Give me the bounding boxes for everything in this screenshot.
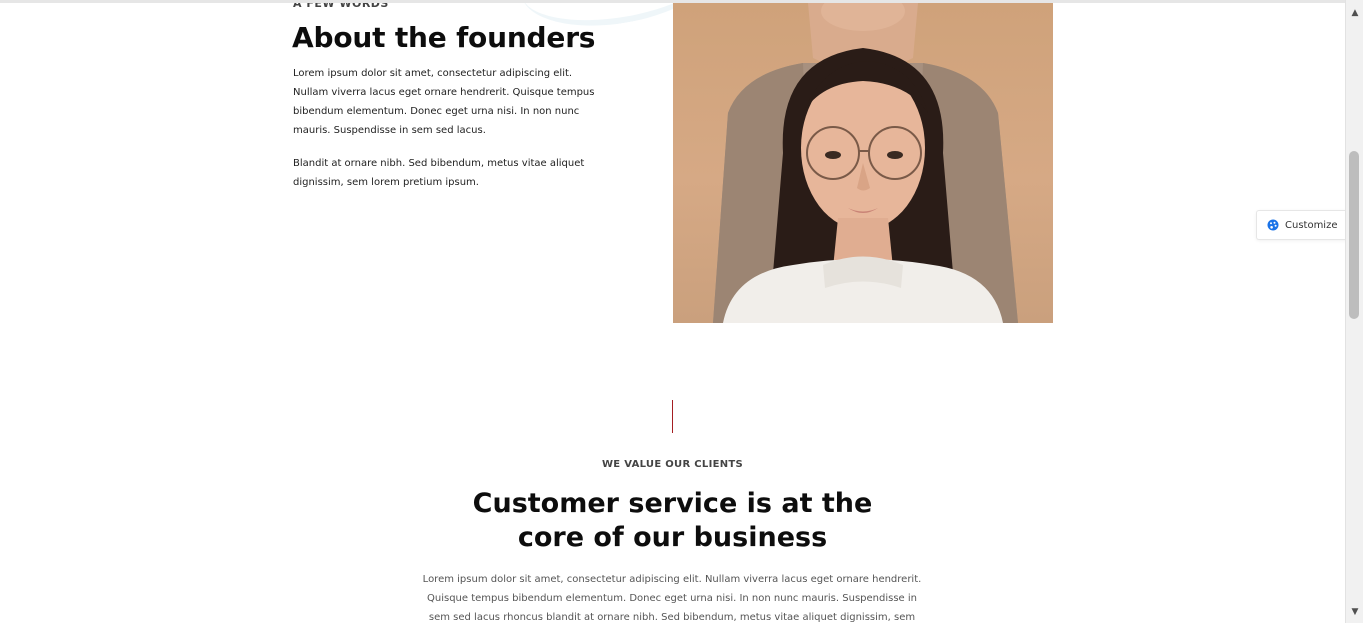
founders-eyebrow: A FEW WORDS: [293, 0, 389, 10]
founders-photo-illustration: [713, 3, 1018, 323]
section-divider-line: [672, 400, 673, 433]
scroll-down-arrow-icon[interactable]: ▼: [1346, 603, 1363, 621]
founders-paragraph-2: Blandit at ornare nibh. Sed bibendum, me…: [293, 158, 585, 188]
scrollbar-thumb[interactable]: [1349, 151, 1359, 319]
services-eyebrow: WE VALUE OUR CLIENTS: [601, 459, 744, 470]
services-title: Customer service is at the core of our b…: [0, 487, 1345, 555]
customize-button[interactable]: Customize: [1256, 210, 1348, 240]
customize-label: Customize: [1285, 219, 1338, 231]
founders-paragraph-1: Lorem ipsum dolor sit amet, consectetur …: [293, 68, 595, 136]
services-paragraph: Lorem ipsum dolor sit amet, consectetur …: [422, 574, 922, 623]
services-title-line-1: Customer service is at the: [472, 488, 873, 519]
services-title-line-2: core of our business: [517, 522, 828, 553]
palette-icon: [1267, 219, 1279, 231]
scroll-up-arrow-icon[interactable]: ▲: [1346, 4, 1363, 22]
founders-photo: [673, 3, 1053, 323]
founders-title: About the founders: [292, 21, 596, 54]
vertical-scrollbar[interactable]: ▲ ▼: [1345, 0, 1363, 623]
page-viewport: A FEW WORDS About the founders Lorem ips…: [0, 0, 1345, 623]
